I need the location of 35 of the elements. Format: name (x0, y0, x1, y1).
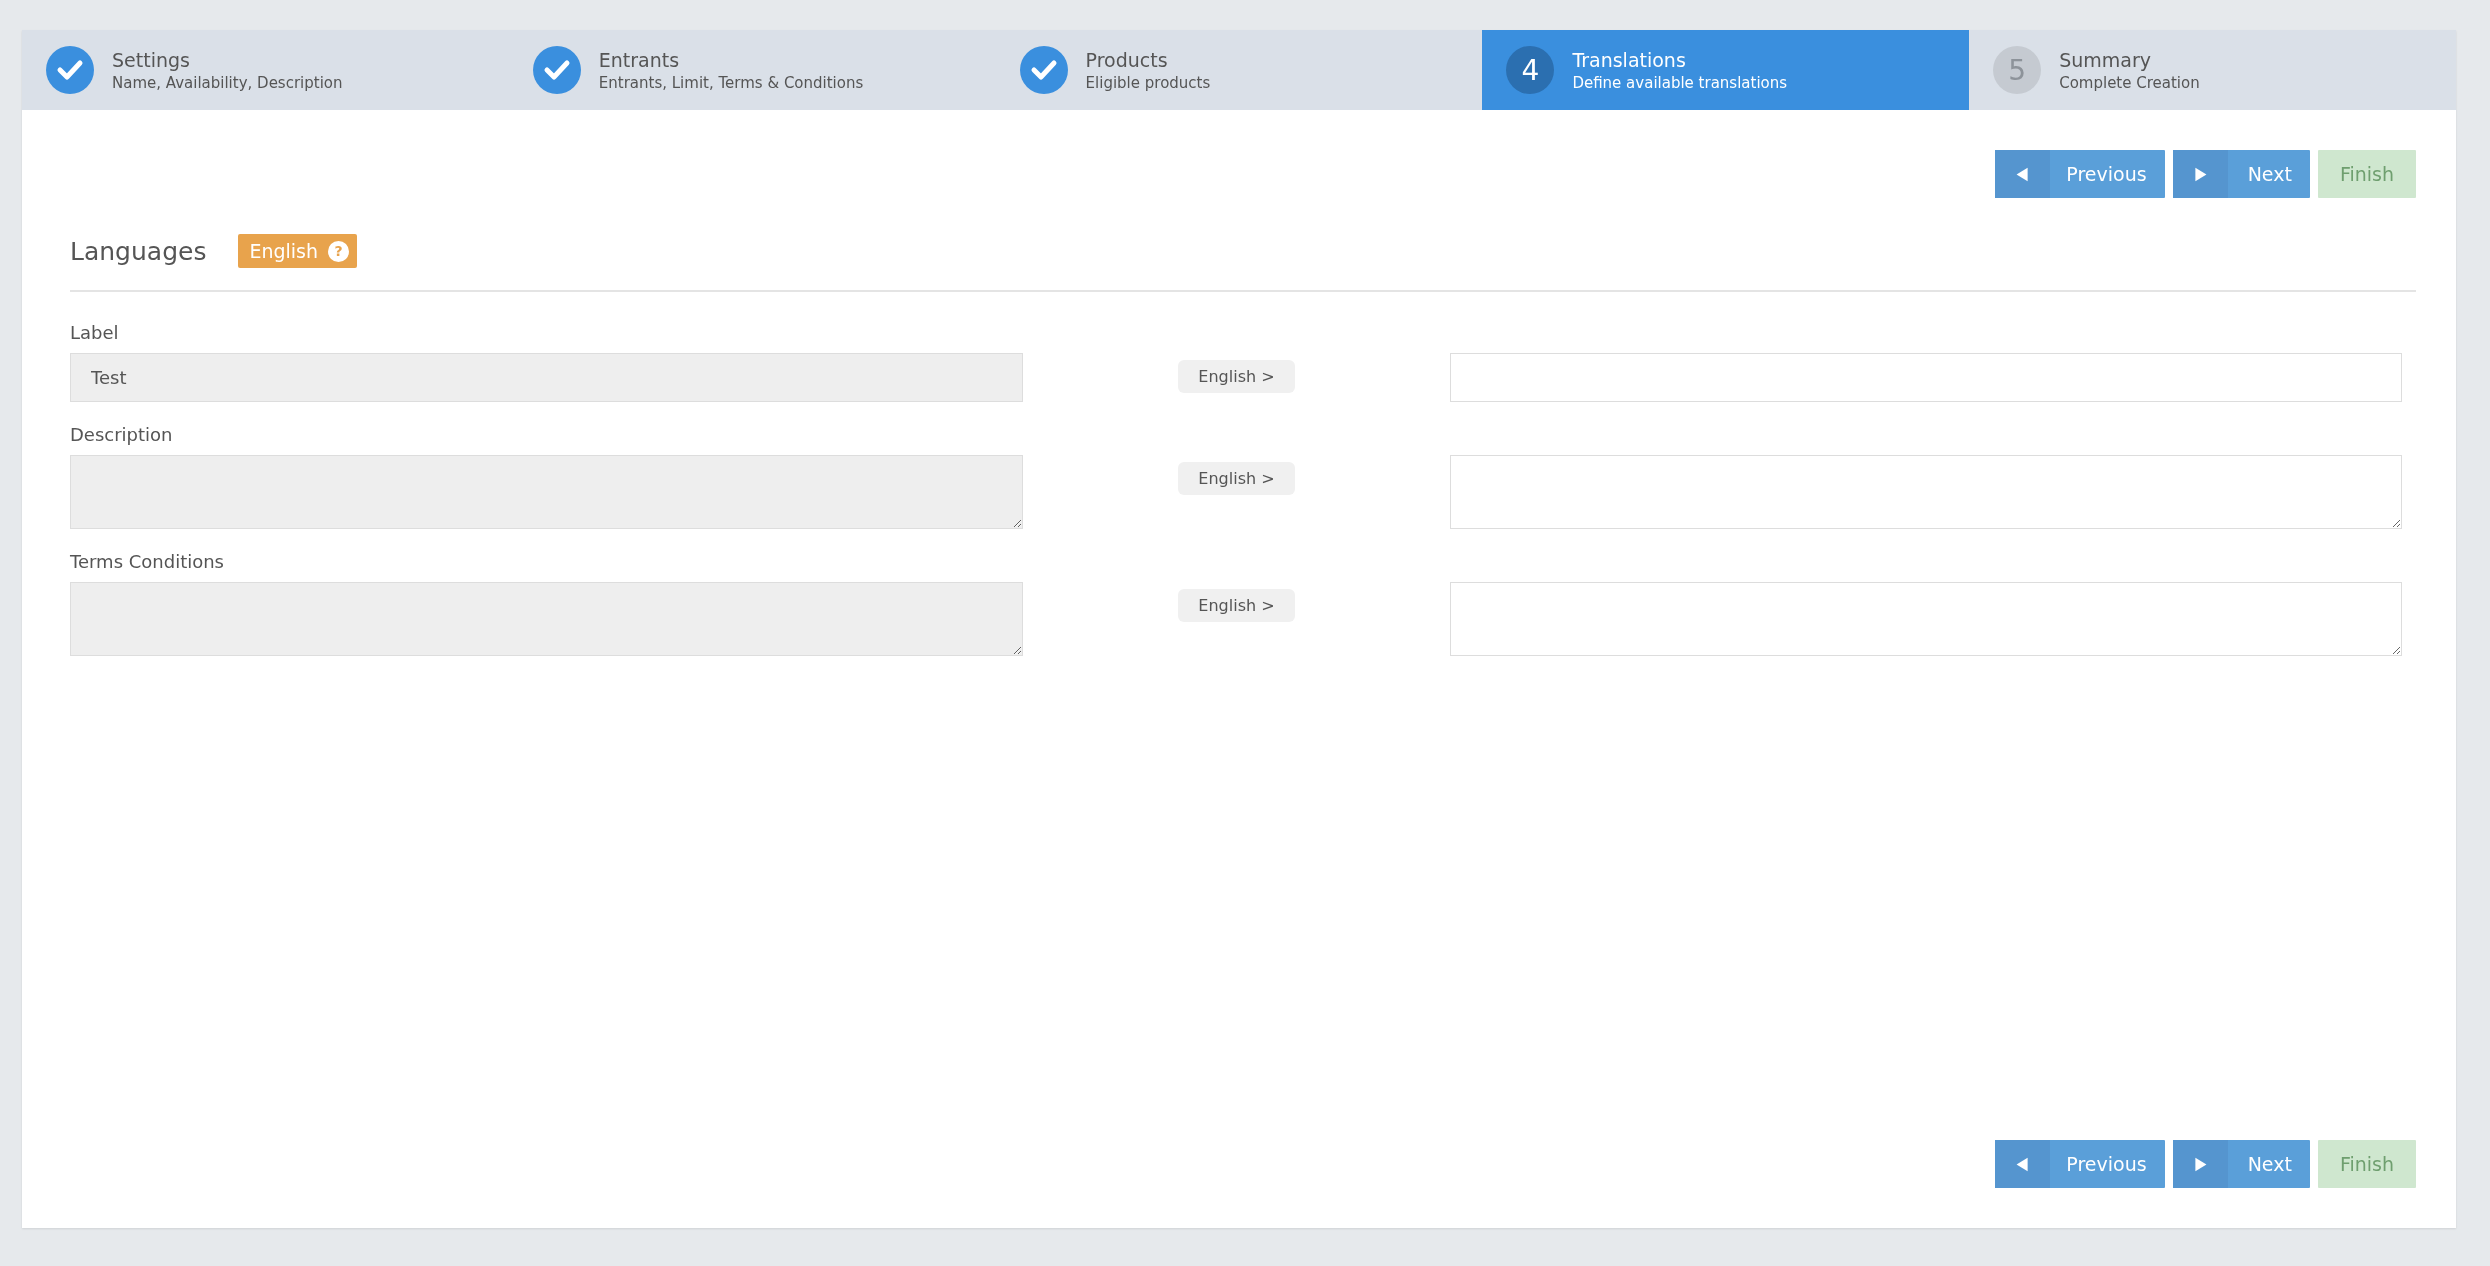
source-input-field[interactable]: Test (70, 353, 1023, 402)
field-label: Label (70, 322, 120, 343)
checkmark-icon (46, 46, 94, 94)
languages-heading: Languages (70, 236, 207, 266)
step-title: Summary (2059, 48, 2152, 71)
wizard-step[interactable]: Entrants Entrants, Limit, Terms & Conditions (508, 30, 996, 110)
checkmark-icon (1019, 46, 1068, 94)
step-title: Translations (1572, 48, 1687, 71)
checkmark-icon (532, 46, 581, 94)
source-language-button[interactable]: English > (1178, 462, 1295, 495)
step-subtitle: Complete Creation (2059, 73, 2200, 92)
language-name: English (249, 240, 318, 262)
step-subtitle: Define available translations (1572, 73, 1788, 92)
step-subtitle: Entrants, Limit, Terms & Conditions (598, 73, 864, 92)
field-label: Terms Conditions (70, 551, 225, 572)
wizard-step[interactable]: 4 Translations Define available translations (1482, 30, 1970, 110)
step-title: Settings (112, 48, 191, 71)
source-text-area[interactable] (70, 582, 1023, 656)
step-number: 5 (1993, 46, 2042, 94)
translation-input-field[interactable] (1450, 353, 2402, 402)
translation-text-area[interactable] (1450, 582, 2402, 656)
source-text-area[interactable] (70, 455, 1023, 529)
source-language-button[interactable]: English > (1178, 360, 1295, 393)
wizard-step[interactable]: 5 Summary Complete Creation (1969, 30, 2456, 110)
source-language-button[interactable]: English > (1178, 589, 1295, 622)
wizard-step[interactable]: Products Eligible products (995, 30, 1483, 110)
translation-text-area[interactable] (1450, 455, 2402, 529)
help-icon: ? (328, 240, 349, 262)
field-label: Description (70, 424, 174, 445)
step-title: Entrants (598, 48, 681, 71)
step-title: Products (1085, 48, 1169, 71)
step-subtitle: Name, Availability, Description (112, 73, 343, 92)
step-subtitle: Eligible products (1085, 73, 1211, 92)
wizard-step[interactable]: Settings Name, Availability, Description (22, 30, 509, 110)
step-number: 4 (1506, 46, 1555, 94)
